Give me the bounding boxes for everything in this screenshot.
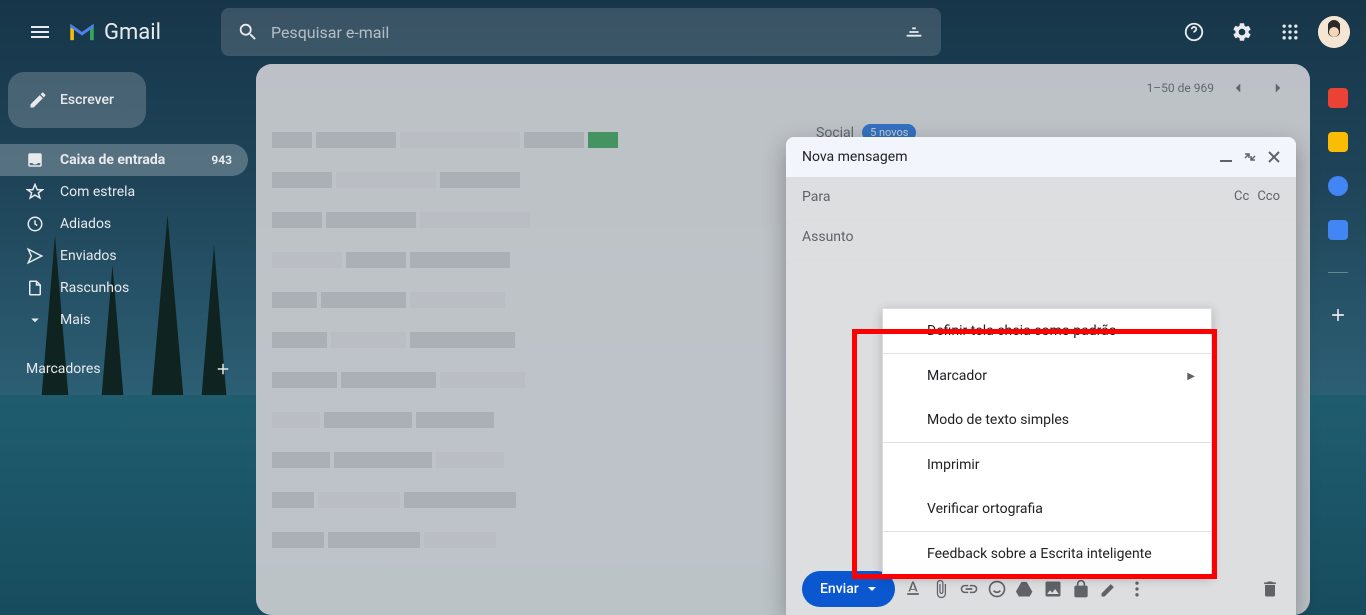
more-options-button[interactable]: [1127, 579, 1147, 599]
cc-button[interactable]: Cc: [1234, 189, 1249, 204]
gmail-logo[interactable]: Gmail: [68, 20, 161, 45]
app-header: Gmail: [0, 0, 1366, 64]
confidential-icon[interactable]: [1071, 579, 1091, 599]
minimize-button[interactable]: [1220, 151, 1232, 163]
sidebar-item-sent[interactable]: Enviados: [0, 240, 248, 272]
discard-button[interactable]: [1260, 579, 1280, 599]
keep-icon[interactable]: [1328, 132, 1348, 152]
sidebar-item-label: Enviados: [60, 248, 117, 264]
compose-label: Escrever: [60, 92, 114, 108]
subject-field[interactable]: Assunto: [786, 217, 1296, 257]
signature-icon[interactable]: [1099, 579, 1119, 599]
send-button[interactable]: Enviar: [802, 571, 895, 607]
menu-item-spellcheck[interactable]: Verificar ortografia: [883, 487, 1211, 531]
search-icon: [237, 21, 259, 43]
compose-header[interactable]: Nova mensagem: [786, 137, 1296, 177]
sidebar-item-starred[interactable]: Com estrela: [0, 176, 248, 208]
add-addon-button[interactable]: [1328, 305, 1348, 325]
send-dropdown-icon[interactable]: [867, 584, 877, 594]
attach-icon[interactable]: [931, 579, 951, 599]
sidebar-item-more[interactable]: Mais: [0, 304, 248, 336]
link-icon[interactable]: [959, 579, 979, 599]
menu-item-print[interactable]: Imprimir: [883, 443, 1211, 487]
add-label-button[interactable]: [214, 360, 232, 378]
to-field[interactable]: Para Cc Cco: [786, 177, 1296, 217]
main-menu-button[interactable]: [16, 8, 64, 56]
send-icon: [26, 247, 44, 265]
sidebar-item-label: Mais: [60, 312, 90, 328]
contacts-icon[interactable]: [1328, 220, 1348, 240]
labels-section-header: Marcadores: [0, 360, 248, 378]
sidebar-item-snoozed[interactable]: Adiados: [0, 208, 248, 240]
draft-icon: [26, 279, 44, 297]
image-icon[interactable]: [1043, 579, 1063, 599]
sidebar-item-drafts[interactable]: Rascunhos: [0, 272, 248, 304]
logo-text: Gmail: [104, 20, 161, 45]
search-bar[interactable]: [221, 8, 941, 56]
help-button[interactable]: [1174, 12, 1214, 52]
fullscreen-button[interactable]: [1244, 151, 1256, 163]
format-icon[interactable]: [903, 579, 923, 599]
side-panel: [1310, 64, 1366, 325]
search-options-icon[interactable]: [903, 21, 925, 43]
calendar-icon[interactable]: [1328, 88, 1348, 108]
apps-button[interactable]: [1270, 12, 1310, 52]
account-avatar[interactable]: [1318, 16, 1350, 48]
compose-title: Nova mensagem: [802, 149, 907, 165]
inbox-count: 943: [211, 153, 232, 167]
compose-button[interactable]: Escrever: [8, 72, 146, 128]
close-button[interactable]: [1268, 151, 1280, 163]
menu-item-plain-text[interactable]: Modo de texto simples: [883, 398, 1211, 442]
sidebar: Escrever Caixa de entrada 943 Com estrel…: [0, 64, 256, 615]
menu-item-label[interactable]: Marcador ▶: [883, 354, 1211, 398]
tasks-icon[interactable]: [1328, 176, 1348, 196]
sidebar-item-label: Caixa de entrada: [60, 152, 165, 168]
pencil-icon: [28, 90, 48, 110]
sidebar-item-label: Adiados: [60, 216, 111, 232]
sidebar-item-label: Rascunhos: [60, 280, 129, 296]
settings-button[interactable]: [1222, 12, 1262, 52]
chevron-right-icon: ▶: [1187, 371, 1195, 382]
emoji-icon[interactable]: [987, 579, 1007, 599]
bcc-button[interactable]: Cco: [1257, 189, 1280, 204]
drive-icon[interactable]: [1015, 579, 1035, 599]
search-input[interactable]: [271, 23, 903, 42]
sidebar-item-label: Com estrela: [60, 184, 135, 200]
sidebar-item-inbox[interactable]: Caixa de entrada 943: [0, 144, 248, 176]
chevron-down-icon: [26, 311, 44, 329]
more-options-menu: Definir tela cheia como padrão Marcador …: [882, 308, 1212, 577]
menu-item-fullscreen-default[interactable]: Definir tela cheia como padrão: [883, 309, 1211, 353]
star-icon: [26, 183, 44, 201]
clock-icon: [26, 215, 44, 233]
inbox-icon: [26, 151, 44, 169]
menu-item-smart-compose-feedback[interactable]: Feedback sobre a Escrita inteligente: [883, 532, 1211, 576]
